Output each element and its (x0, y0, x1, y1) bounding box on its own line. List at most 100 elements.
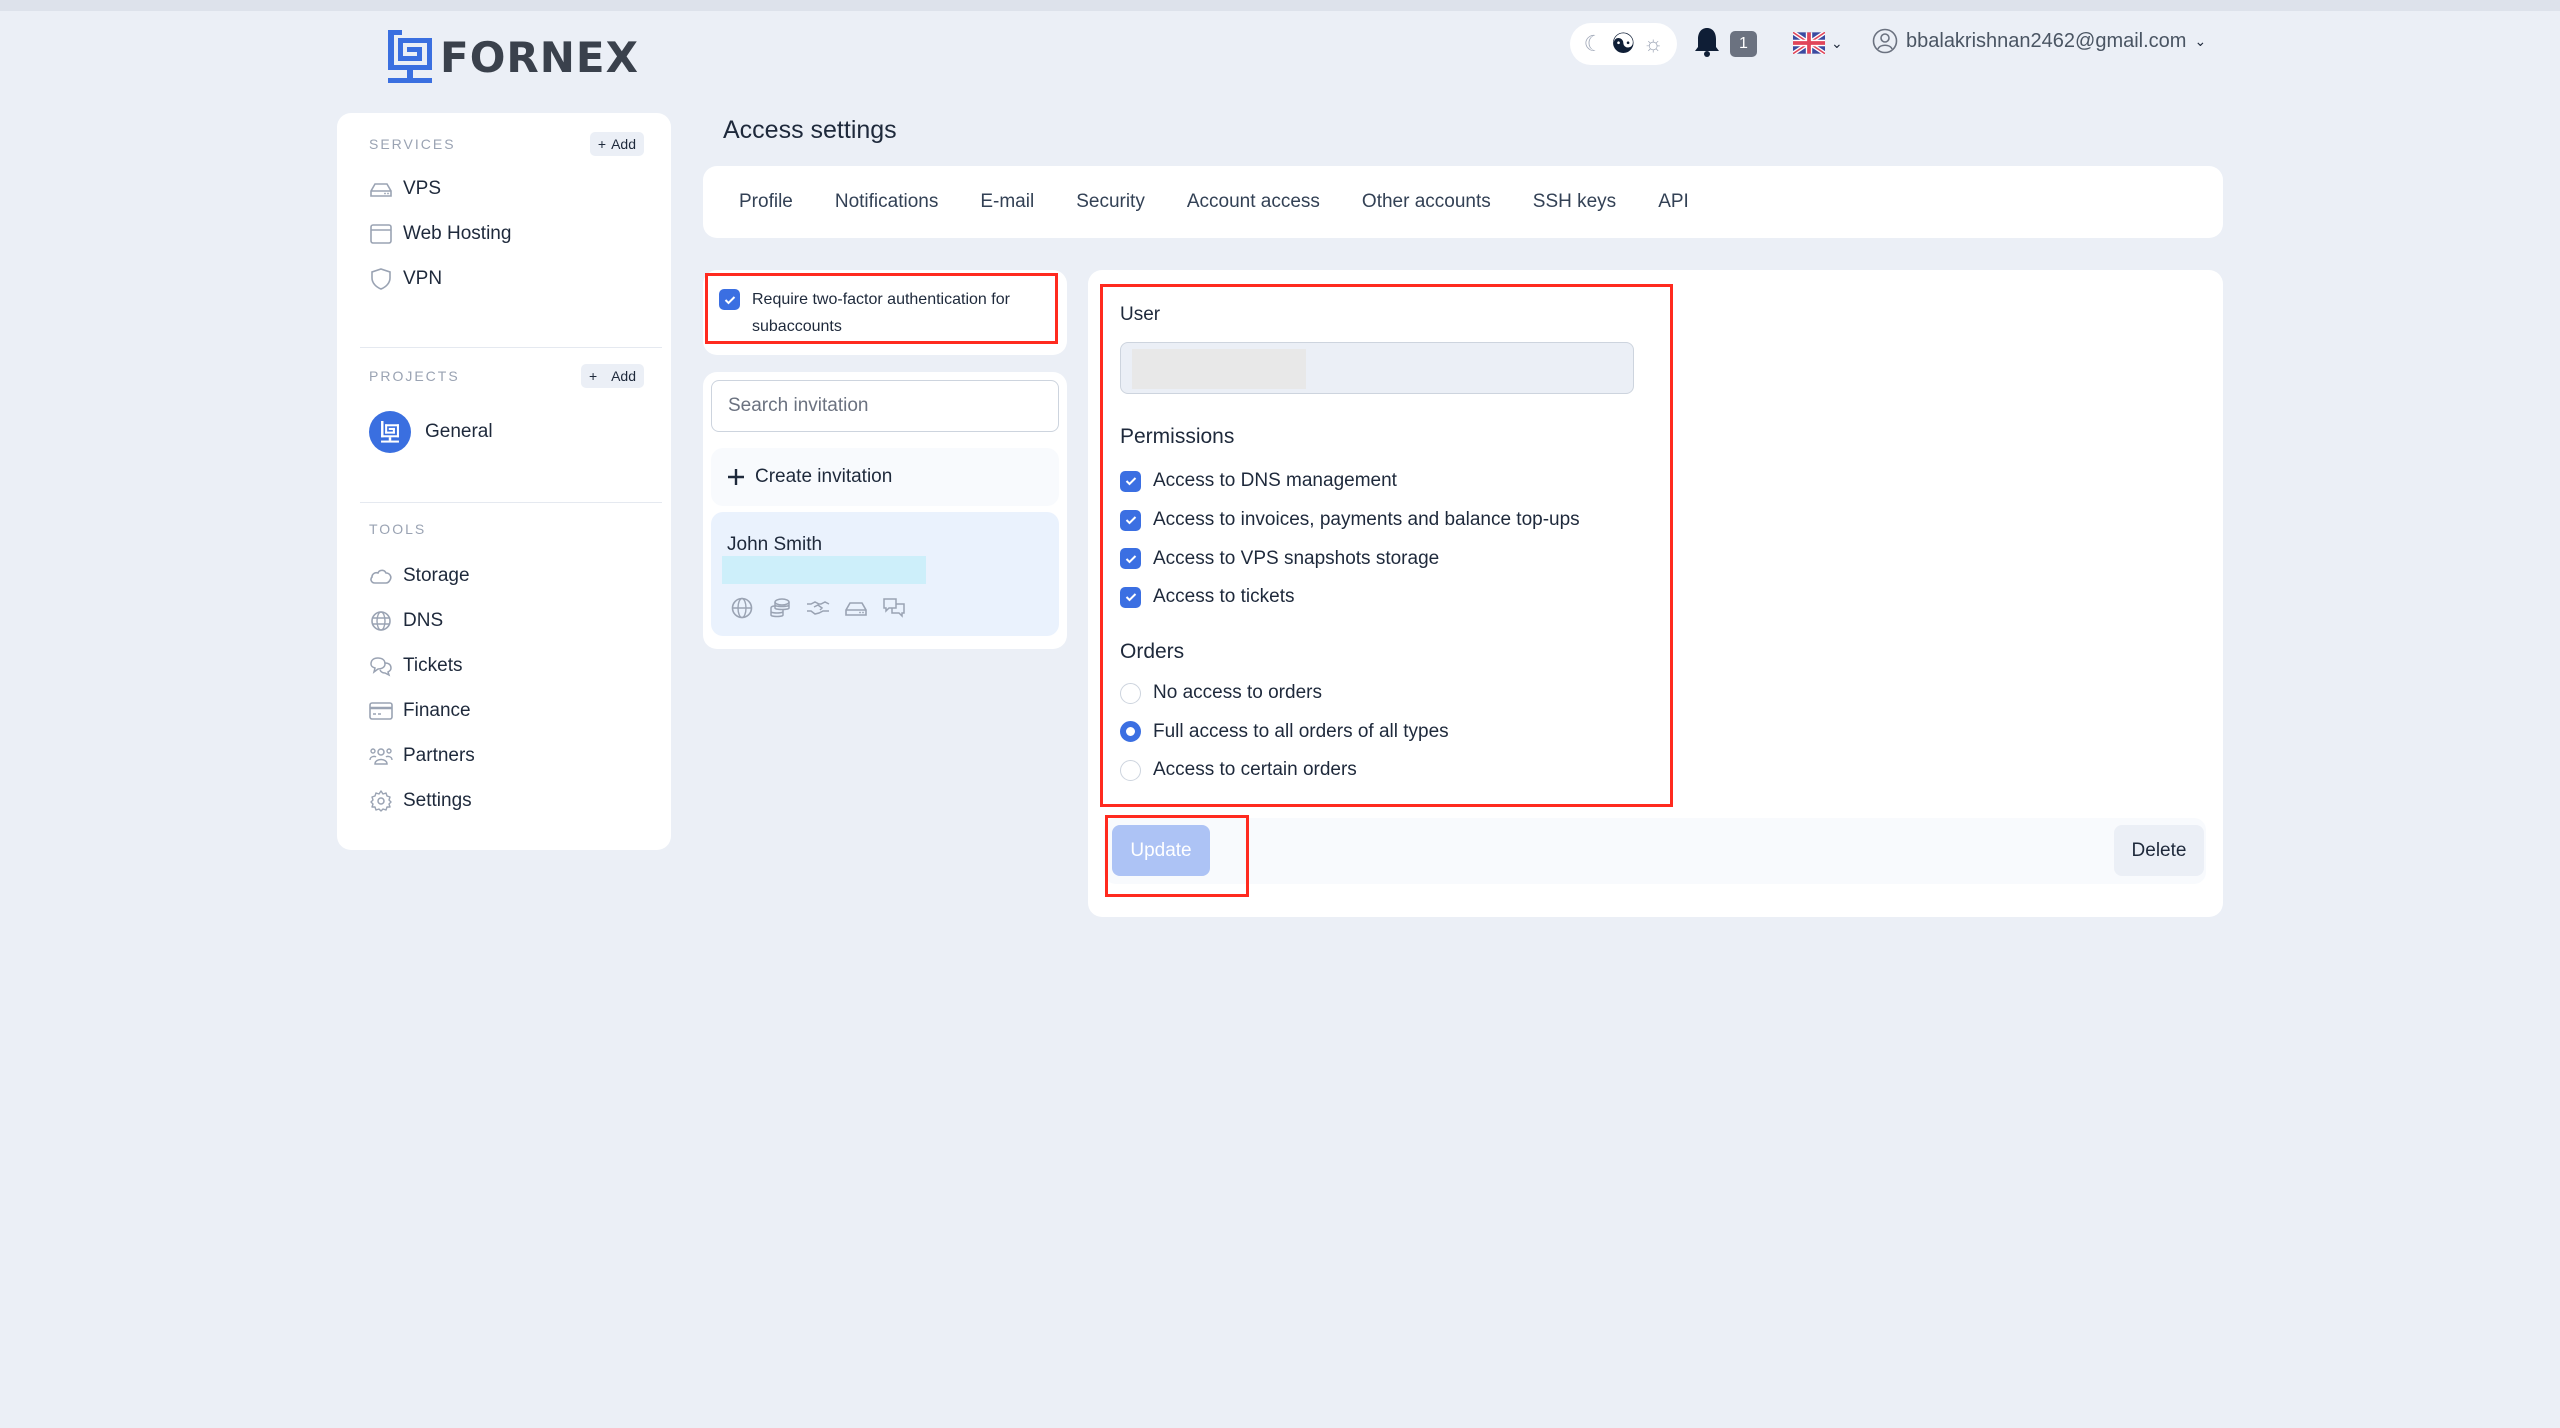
brand-logo[interactable]: FORNEX (388, 30, 639, 84)
fornex-logo-icon (388, 30, 432, 83)
sidebar-item-finance[interactable]: Finance (369, 700, 471, 722)
services-title: SERVICES (369, 136, 456, 152)
invitations-card: Create invitation John Smith (703, 372, 1067, 649)
radio-button-selected[interactable] (1120, 721, 1141, 743)
radio-button[interactable] (1120, 682, 1141, 704)
sidebar-item-vps[interactable]: VPS (369, 178, 441, 200)
orders-heading: Orders (1120, 640, 1185, 663)
plus-icon (728, 469, 744, 485)
redacted-email (722, 556, 926, 584)
sidebar-item-tickets[interactable]: Tickets (369, 655, 462, 677)
update-button[interactable]: Update (1112, 825, 1210, 876)
chat-bubbles-icon (883, 598, 905, 618)
globe-icon (731, 597, 753, 619)
orders-option-none[interactable]: No access to orders (1120, 674, 1449, 713)
projects-header: PROJECTS + Add (369, 364, 644, 388)
sun-icon[interactable]: ☼ (1643, 33, 1663, 55)
browser-top-strip (0, 0, 2560, 11)
fornex-logo-icon (381, 421, 399, 443)
orders-option-certain[interactable]: Access to certain orders (1120, 751, 1449, 790)
sidebar: SERVICES + Add VPS Web Hosting VPN PROJEC… (337, 113, 671, 850)
tab-other-accounts[interactable]: Other accounts (1362, 191, 1491, 213)
add-project-button[interactable]: + Add (581, 364, 644, 388)
handshake-icon (807, 601, 830, 615)
sidebar-item-vpn[interactable]: VPN (369, 268, 442, 290)
notification-badge[interactable]: 1 (1730, 31, 1757, 57)
settings-tabs: Profile Notifications E-mail Security Ac… (703, 166, 2223, 238)
permission-checkbox[interactable] (1120, 470, 1141, 492)
permission-vps-snapshots[interactable]: Access to VPS snapshots storage (1120, 539, 1580, 578)
sidebar-divider (360, 347, 662, 348)
permission-invoices[interactable]: Access to invoices, payments and balance… (1120, 501, 1580, 540)
invitation-list-item[interactable]: John Smith (711, 512, 1059, 636)
require-2fa-label: Require two-factor authentication for su… (752, 291, 1010, 335)
server-icon (845, 602, 867, 616)
user-avatar-icon (1872, 28, 1898, 54)
theme-switcher[interactable]: ☾ ☯ ☼ (1570, 23, 1677, 65)
permission-checkbox[interactable] (1120, 586, 1141, 608)
server-icon (370, 183, 392, 197)
redacted-user-value (1132, 349, 1306, 389)
sidebar-divider (360, 502, 662, 503)
tab-notifications[interactable]: Notifications (835, 191, 939, 213)
permission-checkbox[interactable] (1120, 509, 1141, 531)
chat-bubbles-icon (370, 657, 392, 677)
chevron-down-icon: ⌄ (1831, 34, 1843, 51)
actions-bar: Update Delete (1104, 818, 2206, 884)
sidebar-item-dns[interactable]: DNS (369, 610, 443, 632)
tools-header: TOOLS (369, 521, 644, 537)
user-label: User (1120, 304, 1161, 325)
services-header: SERVICES + Add (369, 132, 644, 156)
checkmark-icon (1125, 516, 1136, 525)
tab-email[interactable]: E-mail (980, 191, 1034, 213)
tab-security[interactable]: Security (1076, 191, 1145, 213)
permission-checkbox[interactable] (1120, 548, 1141, 570)
sidebar-item-project-general[interactable]: General (369, 411, 493, 453)
sidebar-item-web-hosting[interactable]: Web Hosting (369, 223, 511, 245)
user-field[interactable] (1120, 342, 1634, 394)
orders-option-full[interactable]: Full access to all orders of all types (1120, 713, 1449, 752)
globe-icon (371, 611, 391, 631)
checkmark-icon (1125, 555, 1136, 564)
two-factor-card: Require two-factor authentication for su… (703, 270, 1067, 355)
plus-icon: + (597, 136, 607, 152)
browser-window-icon (370, 224, 392, 244)
checkmark-icon (1125, 477, 1136, 486)
require-2fa-checkbox[interactable] (719, 289, 740, 310)
radio-button[interactable] (1120, 759, 1141, 781)
permission-dns[interactable]: Access to DNS management (1120, 462, 1580, 501)
cloud-icon (370, 569, 392, 584)
permissions-list: Access to DNS management Access to invoi… (1120, 462, 1580, 617)
brand-name: FORNEX (440, 32, 639, 82)
tab-ssh-keys[interactable]: SSH keys (1533, 191, 1616, 213)
create-invitation-button[interactable]: Create invitation (711, 448, 1059, 506)
coins-icon (770, 598, 790, 618)
moon-icon[interactable]: ☾ (1584, 33, 1604, 55)
invitation-name: John Smith (727, 534, 823, 555)
checkmark-icon (724, 295, 735, 304)
sidebar-item-storage[interactable]: Storage (369, 565, 470, 587)
sidebar-item-partners[interactable]: Partners (369, 745, 475, 767)
orders-radio-group: No access to orders Full access to all o… (1120, 674, 1449, 790)
language-selector[interactable]: ⌄ (1793, 32, 1843, 54)
gear-icon (370, 790, 392, 812)
invitation-details-card: User Permissions Access to DNS managemen… (1088, 270, 2223, 917)
page-title: Access settings (723, 116, 897, 144)
uk-flag-icon (1793, 32, 1825, 54)
bell-icon[interactable] (1694, 26, 1720, 58)
tab-account-access[interactable]: Account access (1187, 191, 1320, 213)
require-2fa-checkbox-row[interactable]: Require two-factor authentication for su… (719, 286, 1039, 340)
chevron-down-icon: ⌄ (2194, 32, 2207, 49)
tab-profile[interactable]: Profile (739, 191, 793, 213)
tools-title: TOOLS (369, 521, 427, 537)
shield-icon (371, 268, 391, 290)
permission-tickets[interactable]: Access to tickets (1120, 578, 1580, 617)
user-menu[interactable]: bbalakrishnan2462@gmail.com ⌄ (1872, 28, 2206, 54)
search-invitation-input[interactable] (711, 380, 1059, 432)
delete-button[interactable]: Delete (2114, 825, 2204, 876)
tab-api[interactable]: API (1658, 191, 1689, 213)
add-service-button[interactable]: + Add (589, 132, 644, 156)
users-icon (369, 748, 393, 765)
sidebar-item-settings[interactable]: Settings (369, 790, 472, 812)
yin-yang-icon[interactable]: ☯ (1611, 30, 1636, 58)
